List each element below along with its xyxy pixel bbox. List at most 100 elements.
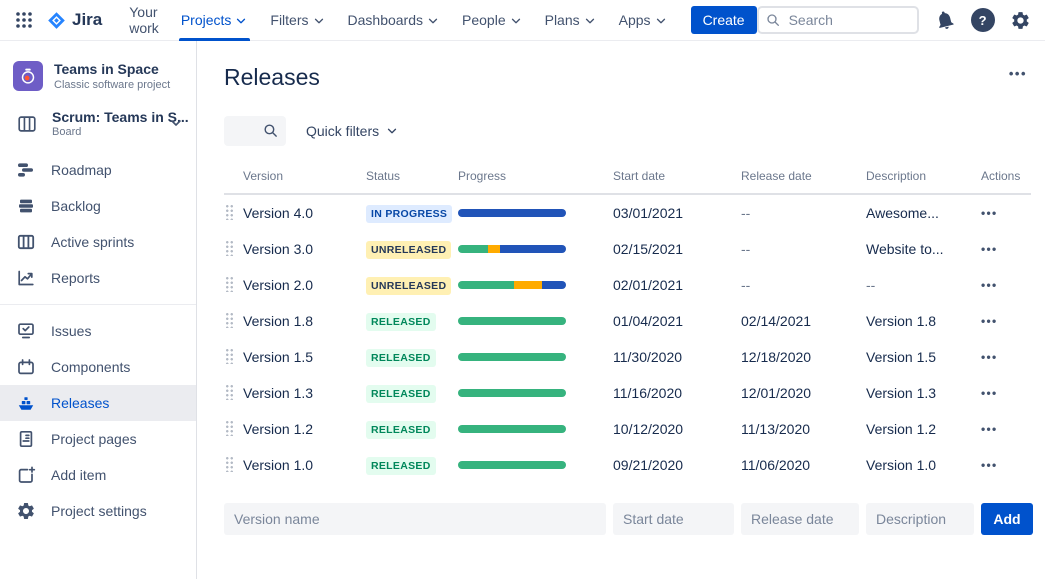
- project-name: Teams in Space: [54, 61, 170, 77]
- row-actions-button[interactable]: •••: [981, 314, 1031, 328]
- description: Version 1.3: [866, 385, 981, 401]
- drag-handle-icon[interactable]: [224, 419, 233, 436]
- add-item-icon: [16, 465, 36, 485]
- release-date: 11/13/2020: [741, 421, 866, 437]
- start-date: 02/01/2021: [613, 277, 741, 293]
- sidebar-item-releases[interactable]: Releases: [0, 385, 196, 421]
- nav-item-plans[interactable]: Plans: [536, 0, 606, 41]
- nav-item-your-work[interactable]: Your work: [120, 0, 168, 41]
- progress-bar: [458, 245, 566, 253]
- nav-item-dashboards[interactable]: Dashboards: [339, 0, 450, 41]
- row-actions-button[interactable]: •••: [981, 422, 1031, 436]
- notifications-button[interactable]: [931, 7, 958, 34]
- release-date: 12/18/2020: [741, 349, 866, 365]
- status-badge: IN PROGRESS: [366, 205, 452, 223]
- sidebar-item-issues[interactable]: Issues: [0, 313, 196, 349]
- top-navigation: Jira Your work Projects Filters Dashboar…: [0, 0, 1045, 41]
- row-actions-button[interactable]: •••: [981, 242, 1031, 256]
- help-button[interactable]: ?: [971, 8, 995, 32]
- column-header-release-date: Release date: [741, 169, 866, 183]
- add-version-button[interactable]: Add: [981, 503, 1033, 535]
- board-icon: [13, 113, 41, 135]
- version-label[interactable]: Version 1.8: [243, 313, 366, 329]
- version-label[interactable]: Version 1.5: [243, 349, 366, 365]
- row-actions-button[interactable]: •••: [981, 458, 1031, 472]
- progress-bar: [458, 425, 566, 433]
- status-badge: RELEASED: [366, 421, 436, 439]
- drag-handle-icon[interactable]: [224, 311, 233, 328]
- gear-icon: [1010, 10, 1031, 31]
- app-switcher-button[interactable]: [10, 6, 38, 34]
- jira-logo[interactable]: Jira: [46, 10, 102, 31]
- nav-item-filters[interactable]: Filters: [261, 0, 334, 41]
- sidebar-item-add-item[interactable]: Add item: [0, 457, 196, 493]
- drag-handle-icon[interactable]: [224, 347, 233, 364]
- table-row: Version 2.0 UNRELEASED 02/01/2021 -- -- …: [224, 267, 1031, 303]
- page-more-actions-button[interactable]: •••: [1005, 64, 1031, 83]
- start-date: 01/04/2021: [613, 313, 741, 329]
- start-date-input[interactable]: [613, 503, 734, 535]
- version-label[interactable]: Version 1.3: [243, 385, 366, 401]
- nav-item-apps[interactable]: Apps: [610, 0, 677, 41]
- version-label[interactable]: Version 4.0: [243, 205, 366, 221]
- project-header: Teams in Space Classic software project: [0, 61, 196, 91]
- row-actions-button[interactable]: •••: [981, 206, 1031, 220]
- version-label[interactable]: Version 2.0: [243, 277, 366, 293]
- start-date: 09/21/2020: [613, 457, 741, 473]
- description-input[interactable]: [866, 503, 974, 535]
- sidebar-item-project-pages[interactable]: Project pages: [0, 421, 196, 457]
- status-badge: RELEASED: [366, 349, 436, 367]
- nav-item-projects[interactable]: Projects: [172, 0, 258, 41]
- drag-handle-icon[interactable]: [224, 203, 233, 220]
- start-date: 03/01/2021: [613, 205, 741, 221]
- bell-icon: [931, 7, 958, 34]
- description: Website to...: [866, 241, 981, 257]
- release-date: 12/01/2020: [741, 385, 866, 401]
- jira-logo-text: Jira: [72, 10, 102, 30]
- sidebar-item-reports[interactable]: Reports: [0, 260, 196, 296]
- settings-button[interactable]: [1010, 10, 1031, 31]
- quick-filters-dropdown[interactable]: Quick filters: [306, 123, 399, 139]
- row-actions-button[interactable]: •••: [981, 386, 1031, 400]
- version-label[interactable]: Version 1.2: [243, 421, 366, 437]
- chevron-down-icon: [168, 115, 184, 131]
- version-label[interactable]: Version 1.0: [243, 457, 366, 473]
- chevron-down-icon: [654, 14, 668, 28]
- drag-handle-icon[interactable]: [224, 275, 233, 292]
- jira-logo-icon: [46, 10, 67, 31]
- drag-handle-icon[interactable]: [224, 239, 233, 256]
- progress-bar: [458, 389, 566, 397]
- row-actions-button[interactable]: •••: [981, 278, 1031, 292]
- sidebar-item-components[interactable]: Components: [0, 349, 196, 385]
- column-header-version: Version: [243, 169, 366, 183]
- board-switcher[interactable]: Scrum: Teams in S... Board: [0, 109, 196, 138]
- roadmap-icon: [16, 160, 36, 180]
- sidebar-item-roadmap[interactable]: Roadmap: [0, 152, 196, 188]
- create-button[interactable]: Create: [691, 6, 757, 34]
- progress-bar: [458, 209, 566, 217]
- nav-item-people[interactable]: People: [453, 0, 532, 41]
- search-icon: [262, 122, 279, 139]
- description: Version 1.8: [866, 313, 981, 329]
- release-date: 11/06/2020: [741, 457, 866, 473]
- progress-bar: [458, 317, 566, 325]
- active-sprints-icon: [16, 232, 36, 252]
- version-name-input[interactable]: [224, 503, 606, 535]
- release-date: --: [741, 277, 866, 293]
- version-label[interactable]: Version 3.0: [243, 241, 366, 257]
- release-date-input[interactable]: [741, 503, 859, 535]
- global-search-input[interactable]: [757, 6, 919, 34]
- backlog-icon: [16, 196, 36, 216]
- releases-page: Releases ••• Quick filters Version Statu…: [197, 41, 1045, 579]
- project-avatar-icon: [13, 61, 43, 91]
- row-actions-button[interactable]: •••: [981, 350, 1031, 364]
- sidebar-item-active-sprints[interactable]: Active sprints: [0, 224, 196, 260]
- table-row: Version 1.0 RELEASED 09/21/2020 11/06/20…: [224, 447, 1031, 483]
- drag-handle-icon[interactable]: [224, 383, 233, 400]
- sidebar-item-project-settings[interactable]: Project settings: [0, 493, 196, 529]
- sidebar-item-backlog[interactable]: Backlog: [0, 188, 196, 224]
- progress-bar: [458, 281, 566, 289]
- chevron-down-icon: [234, 14, 248, 28]
- status-badge: RELEASED: [366, 457, 436, 475]
- drag-handle-icon[interactable]: [224, 455, 233, 472]
